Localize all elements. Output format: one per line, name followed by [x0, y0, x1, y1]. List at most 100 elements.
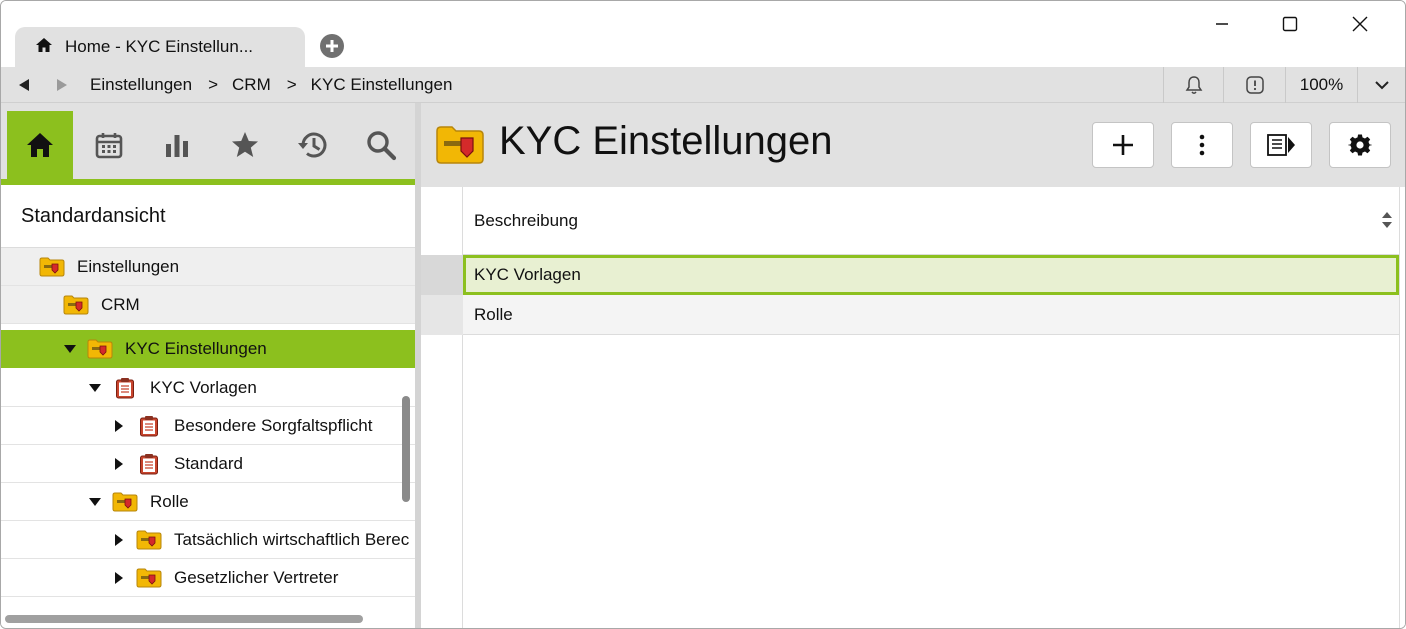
breadcrumb: Einstellungen > CRM > KYC Einstellungen [90, 67, 452, 103]
bell-icon [1185, 76, 1202, 94]
nav-favorites-button[interactable] [212, 111, 278, 179]
tree-item-label: Gesetzlicher Vertreter [174, 567, 339, 587]
nav-statistics-button[interactable] [144, 111, 210, 179]
forward-arrow-icon [57, 79, 67, 91]
tree-horizontal-scrollbar[interactable] [5, 615, 363, 623]
search-icon [367, 131, 397, 161]
folder-key-icon [136, 567, 162, 589]
clipboard-icon [112, 377, 138, 399]
table-row[interactable]: Rolle [463, 295, 1399, 335]
expanded-arrow-icon[interactable] [88, 381, 102, 395]
new-tab-button[interactable] [319, 33, 345, 59]
zoom-level[interactable]: 100% [1285, 67, 1357, 103]
zoom-value: 100% [1299, 75, 1344, 94]
home-icon [27, 133, 53, 157]
notifications-button[interactable] [1163, 67, 1223, 103]
star-icon [232, 132, 258, 157]
column-header-label: Beschreibung [474, 210, 578, 230]
forward-button[interactable] [52, 75, 72, 95]
tree-item-kyc-vorlagen[interactable]: KYC Vorlagen [1, 369, 415, 407]
plus-icon [1113, 135, 1133, 155]
tree-item-label: KYC Vorlagen [150, 377, 257, 397]
row-gutter [421, 187, 463, 628]
view-name[interactable]: Standardansicht [1, 185, 415, 248]
tab-title: Home - KYC Einstellun... [65, 37, 254, 56]
minimize-icon [1216, 23, 1228, 25]
address-bar: Einstellungen > CRM > KYC Einstellungen … [1, 67, 1405, 103]
sort-icon[interactable] [1381, 211, 1393, 234]
row-selector[interactable] [421, 255, 463, 295]
gear-icon [1348, 134, 1372, 156]
more-vertical-icon [1199, 134, 1205, 156]
title-bar: Home - KYC Einstellun... [1, 1, 1405, 67]
back-button[interactable] [14, 75, 34, 95]
chart-icon [166, 135, 188, 157]
collapsed-arrow-icon[interactable] [112, 457, 126, 471]
alerts-button[interactable] [1223, 67, 1285, 103]
nav-home-button[interactable] [7, 111, 73, 179]
expanded-arrow-icon[interactable] [88, 495, 102, 509]
tree-item-tatsaechlich-wirtschaftlich[interactable]: Tatsächlich wirtschaftlich Berec [1, 521, 415, 559]
folder-key-icon [63, 294, 89, 316]
tree-vertical-scrollbar[interactable] [402, 396, 410, 502]
tree-item-label: Besondere Sorgfaltspflicht [174, 415, 373, 435]
collapsed-arrow-icon[interactable] [112, 419, 126, 433]
grid-edge [1399, 187, 1405, 628]
app-window: Home - KYC Einstellun... Einstellungen >… [0, 0, 1406, 629]
navigation-panel: Standardansicht Einstellungen CRM KYC Ei… [1, 103, 415, 628]
close-button[interactable] [1337, 9, 1383, 39]
back-arrow-icon [19, 79, 29, 91]
browser-tab[interactable]: Home - KYC Einstellun... [15, 27, 305, 67]
tree-item-rolle[interactable]: Rolle [1, 483, 415, 521]
add-button[interactable] [1092, 122, 1154, 168]
navigation-icon-bar [1, 103, 415, 185]
expanded-arrow-icon[interactable] [63, 342, 77, 356]
plus-circle-icon [320, 34, 344, 58]
tree-item-label: Einstellungen [77, 256, 180, 276]
collapsed-arrow-icon[interactable] [112, 533, 126, 547]
clipboard-icon [136, 453, 162, 475]
menu-dropdown-button[interactable] [1357, 67, 1405, 103]
maximize-button[interactable] [1267, 9, 1313, 39]
folder-key-icon [136, 529, 162, 551]
breadcrumb-item-einstellungen[interactable]: Einstellungen [90, 75, 192, 95]
home-icon [35, 37, 53, 58]
data-grid: Beschreibung KYC Vorlagen Rolle [421, 187, 1405, 628]
tree-item-gesetzlicher-vertreter[interactable]: Gesetzlicher Vertreter [1, 559, 415, 597]
nav-history-button[interactable] [280, 111, 346, 179]
calendar-icon [95, 133, 123, 159]
tree-item-crm[interactable]: CRM [1, 286, 415, 324]
tree-item-kyc-einstellungen[interactable]: KYC Einstellungen [1, 330, 415, 368]
table-row[interactable]: KYC Vorlagen [463, 255, 1399, 295]
content-header: KYC Einstellungen [421, 103, 1405, 187]
tree-item-besondere-sorgfaltspflicht[interactable]: Besondere Sorgfaltspflicht [1, 407, 415, 445]
breadcrumb-item-crm[interactable]: CRM [232, 75, 271, 95]
row-selector[interactable] [421, 295, 463, 335]
close-icon [1352, 16, 1368, 32]
folder-key-icon [87, 338, 113, 360]
alert-icon [1245, 76, 1264, 94]
toggle-detail-panel-button[interactable] [1250, 122, 1312, 168]
nav-calendar-button[interactable] [76, 111, 142, 179]
folder-key-icon [39, 256, 65, 278]
panel-toggle-icon [1267, 134, 1295, 156]
tree-item-label: KYC Einstellungen [125, 338, 267, 358]
tree-item-label: Tatsächlich wirtschaftlich Berec [174, 529, 410, 549]
breadcrumb-separator: > [286, 75, 297, 94]
page-title: KYC Einstellungen [499, 119, 833, 163]
collapsed-arrow-icon[interactable] [112, 571, 126, 585]
tree-item-label: Rolle [150, 491, 189, 511]
folder-key-icon [435, 125, 485, 170]
tree-item-standard[interactable]: Standard [1, 445, 415, 483]
settings-button[interactable] [1329, 122, 1391, 168]
history-icon [298, 132, 327, 158]
maximize-icon [1282, 16, 1298, 32]
more-options-button[interactable] [1171, 122, 1233, 168]
breadcrumb-item-kyc-einstellungen[interactable]: KYC Einstellungen [311, 75, 453, 95]
column-header-beschreibung[interactable]: Beschreibung [463, 187, 1399, 255]
minimize-button[interactable] [1199, 9, 1245, 39]
breadcrumb-separator: > [208, 75, 219, 94]
nav-search-button[interactable] [348, 111, 414, 179]
chevron-down-icon [1374, 81, 1389, 90]
tree-item-einstellungen[interactable]: Einstellungen [1, 248, 415, 286]
